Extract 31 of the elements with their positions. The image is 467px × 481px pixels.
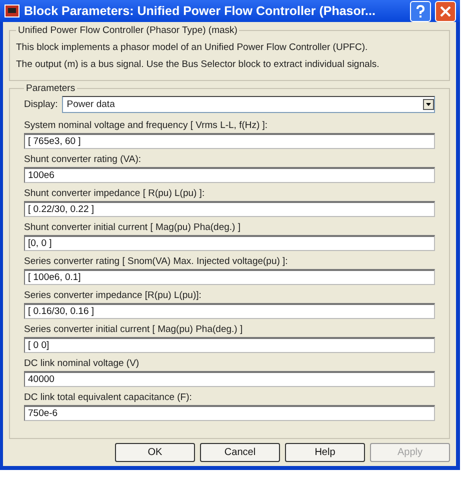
field-label: Series converter rating [ Snom(VA) Max. Injected voltage(pu) ]: xyxy=(24,256,289,267)
field-label: Series converter initial current [ Mag(pu) Pha(deg.) ] xyxy=(24,324,244,335)
dialog-button[interactable]: Cancel xyxy=(200,443,280,462)
description-text: This block implements a phasor model of an Unified Power Flow Controller (UPFC). xyxy=(16,42,369,53)
display-dropdown[interactable]: Power data xyxy=(62,96,435,113)
input-field[interactable]: [0, 0 ] xyxy=(24,235,435,251)
field-label: DC link total equivalent capacitance (F): xyxy=(24,392,193,403)
group-title: Parameters xyxy=(25,83,76,94)
input-field[interactable]: [ 0.22/30, 0.22 ] xyxy=(24,201,435,217)
field-label: System nominal voltage and frequency [ Vrms L-L, f(Hz) ]: xyxy=(24,120,269,131)
field-label: Series converter impedance [R(pu) L(pu)]: xyxy=(24,290,202,301)
input-field[interactable]: 750e-6 xyxy=(24,405,435,421)
display-label: Display: xyxy=(24,99,58,110)
input-field[interactable]: [ 0.16/30, 0.16 ] xyxy=(24,303,435,319)
group-title: Unified Power Flow Controller (Phasor Type) (mask) xyxy=(17,25,238,36)
input-field[interactable]: 100e6 xyxy=(24,167,435,183)
dialog-button[interactable]: OK xyxy=(115,443,195,462)
app-icon xyxy=(4,4,20,18)
close-icon[interactable] xyxy=(435,0,456,22)
dialog-button[interactable]: Help xyxy=(285,443,365,462)
field-label: DC link nominal voltage (V) xyxy=(24,358,140,369)
input-field[interactable]: 40000 xyxy=(24,371,435,387)
input-field[interactable]: [ 100e6, 0.1] xyxy=(24,269,435,285)
field-label: Shunt converter impedance [ R(pu) L(pu) ]: xyxy=(24,188,206,199)
description-text: The output (m) is a bus signal. Use the Bus Selector block to extract individual signals. xyxy=(16,59,380,70)
field-label: Shunt converter initial current [ Mag(pu) Pha(deg.) ] xyxy=(24,222,242,233)
input-field[interactable]: [ 765e3, 60 ] xyxy=(24,133,435,149)
help-icon[interactable] xyxy=(410,0,431,22)
field-label: Shunt converter rating (VA): xyxy=(24,154,142,165)
window-title: Block Parameters: Unified Power Flow Controller (Phasor... xyxy=(24,4,376,18)
input-field[interactable]: [ 0 0] xyxy=(24,337,435,353)
